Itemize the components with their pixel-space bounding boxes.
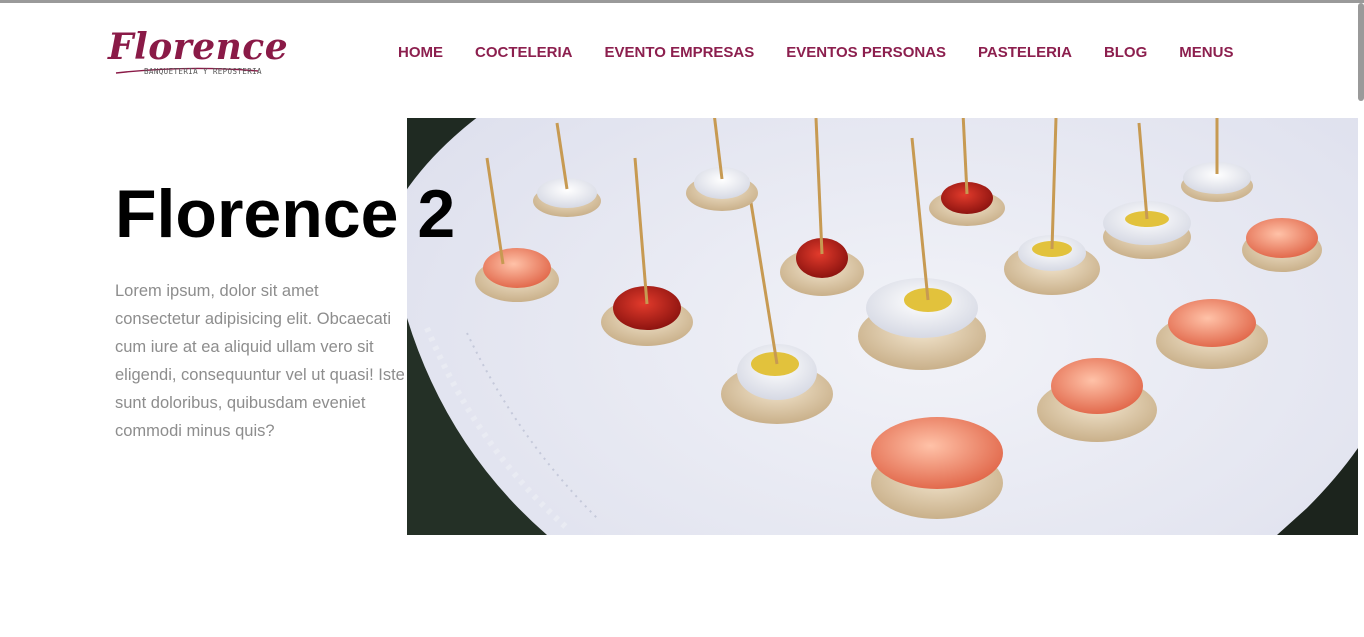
nav-item-evento-empresas[interactable]: EVENTO EMPRESAS: [605, 43, 755, 63]
brand-logo[interactable]: Florence BANQUETERIA Y REPOSTERIA: [108, 27, 288, 81]
nav-item-home[interactable]: HOME: [398, 43, 443, 63]
nav-item-cocteleria[interactable]: COCTELERIA: [475, 43, 573, 63]
hero-title: Florence 2: [115, 176, 456, 252]
nav-item-blog[interactable]: BLOG: [1104, 43, 1147, 63]
site-header: Florence BANQUETERIA Y REPOSTERIA HOME C…: [0, 3, 1364, 103]
hero-image: [407, 118, 1358, 535]
nav-item-menus[interactable]: MENUS: [1179, 43, 1233, 63]
brand-name: Florence: [108, 26, 289, 68]
nav-item-pasteleria[interactable]: PASTELERIA: [978, 43, 1072, 63]
main-nav: HOME COCTELERIA EVENTO EMPRESAS EVENTOS …: [398, 43, 1233, 63]
brand-tagline: BANQUETERIA Y REPOSTERIA: [144, 67, 262, 76]
nav-item-eventos-personas[interactable]: EVENTOS PERSONAS: [786, 43, 946, 63]
hero-description: Lorem ipsum, dolor sit amet consectetur …: [115, 282, 405, 440]
canapes-photo: [407, 118, 1358, 535]
